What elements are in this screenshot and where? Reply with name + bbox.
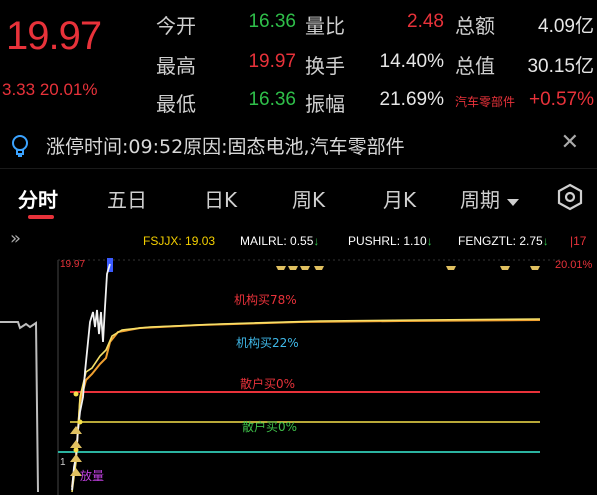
intraday-chart[interactable]: 19.97 20.01% 机构买78% 机构买22% 散户买0% 散户买0% 1… [0,252,597,495]
stat-value-market-cap: 30.15亿 [527,56,594,77]
volume-surge-label: 放量 [80,468,104,483]
stat-label-high: 最高 [156,54,196,78]
indicator-fengztl-name: FENGZTL [458,234,513,248]
previous-price-line [0,321,39,493]
stat-label-market-cap: 总值 [455,54,495,78]
stat-value-amplitude: 21.69% [379,89,444,110]
stat-label-volume-ratio: 量比 [305,14,345,38]
tab-intraday[interactable]: 分时 [18,184,58,213]
stat-value-turnover-rate: 14.40% [379,51,444,72]
indicator-mailrl: MAILRL: 0.55↓ [240,234,320,248]
tab-five-day[interactable]: 五日 [107,184,147,213]
sector-label[interactable]: 汽车零部件 [455,93,515,110]
chevron-down-icon [507,198,520,206]
settings-hexagon-icon[interactable] [555,182,585,212]
limit-up-reason-bar[interactable]: 涨停时间:09:52原因:固态电池,汽车零部件 ✕ [8,128,593,164]
stat-label-open: 今开 [156,14,196,38]
tab-period[interactable]: 周期 [460,184,520,213]
label-retail-buy-red: 散户买0% [240,376,295,391]
expand-icon[interactable]: » [10,228,21,249]
bottom-left-marker: 1 [60,457,66,468]
indicator-mailrl-name: MAILRL [240,234,284,248]
institution-yellow-line [71,318,541,493]
close-icon[interactable]: ✕ [561,130,579,155]
stat-label-amplitude: 振幅 [305,92,345,116]
price-change-value: 3.33 [2,80,36,99]
indicator-fsjjx-value: 19.03 [185,234,216,248]
stat-value-turnover-amount: 4.09亿 [538,16,594,37]
price-axis-max: 19.97 [60,259,85,270]
sector-change: +0.57% [529,89,594,110]
indicator-pushrl-value: 1.10 [403,234,427,248]
tab-weekly-k[interactable]: 周K [292,184,325,213]
indicator-mailrl-value: 0.55 [290,234,314,248]
institution-orange-line [71,319,541,488]
stat-label-low: 最低 [156,92,196,116]
label-retail-buy-green: 散户买0% [242,419,297,434]
down-arrow-icon: ↓ [313,234,320,248]
stat-value-open: 16.36 [248,11,296,32]
down-arrow-icon: ↓ [426,234,433,248]
stat-label-turnover-amount: 总额 [455,14,495,38]
indicator-fengztl: FENGZTL: 2.75↓ [458,234,549,248]
label-institution-buy-78: 机构买78% [234,292,297,307]
indicator-pushrl-name: PUSHRL [348,234,397,248]
indicator-fsjjx-name: FSJJX [143,234,179,248]
price-change-pct: 20.01% [39,80,98,99]
stat-value-high: 19.97 [248,51,296,72]
lightbulb-icon [12,135,28,157]
price-change: 3.33 20.01% [2,80,98,100]
label-institution-buy-22: 机构买22% [236,335,299,350]
stat-label-turnover-rate: 换手 [305,54,345,78]
indicator-overflow-value: 17 [573,234,587,248]
tab-daily-k[interactable]: 日K [204,184,237,213]
active-tab-indicator [28,215,54,219]
stat-value-low: 16.36 [248,89,296,110]
price-line [71,263,111,491]
indicator-overflow: |17 [570,234,587,248]
limit-up-reason-text: 涨停时间:09:52原因:固态电池,汽车零部件 [46,136,405,158]
tab-monthly-k[interactable]: 月K [383,184,416,213]
pct-axis-max: 20.01% [555,259,593,271]
event-markers [276,266,540,270]
stat-value-volume-ratio: 2.48 [407,11,444,32]
indicator-fsjjx: FSJJX: 19.03 [143,234,216,248]
divider [0,168,597,169]
down-arrow-icon: ↓ [542,234,549,248]
last-price: 19.97 [6,14,102,58]
indicator-fengztl-value: 2.75 [519,234,543,248]
tab-period-label: 周期 [460,188,500,212]
indicator-pushrl: PUSHRL: 1.10↓ [348,234,433,248]
